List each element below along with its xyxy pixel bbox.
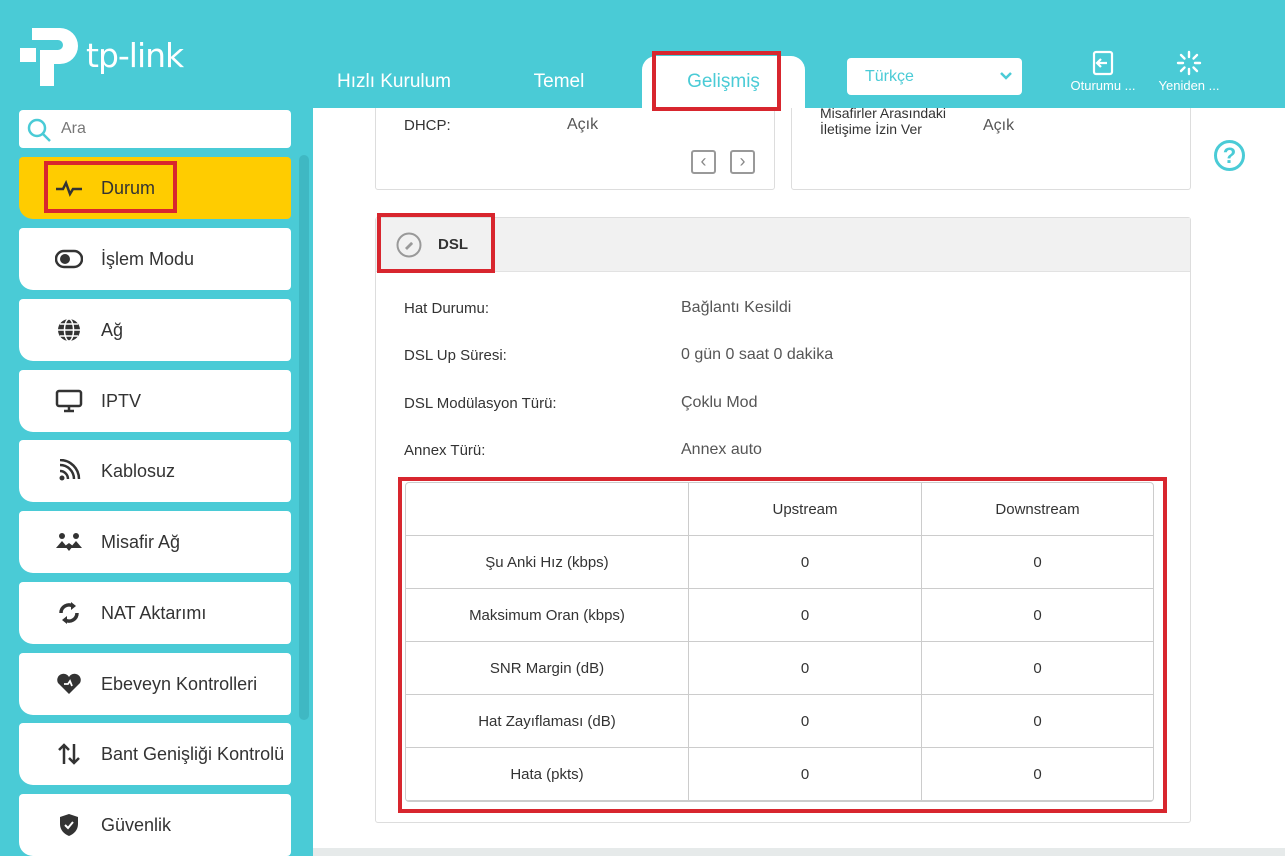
globe-icon bbox=[58, 318, 80, 342]
reboot-label: Yeniden ... bbox=[1158, 78, 1220, 93]
sidebar-item-security[interactable]: Güvenlik bbox=[19, 794, 291, 856]
chevron-down-icon bbox=[1000, 72, 1012, 80]
sidebar-item-network[interactable]: Ağ bbox=[19, 299, 291, 361]
sidebar-item-bandwidth-control[interactable]: Bant Genişliği Kontrolü bbox=[19, 723, 291, 785]
sidebar-item-operation-mode[interactable]: İşlem Modu bbox=[19, 228, 291, 290]
sidebar-item-status[interactable]: Durum bbox=[19, 157, 291, 219]
activity-icon bbox=[56, 179, 82, 197]
table-cell-name: Maksimum Oran (kbps) bbox=[406, 588, 689, 642]
sidebar-item-iptv[interactable]: IPTV bbox=[19, 370, 291, 432]
table-cell-downstream: 0 bbox=[921, 641, 1153, 695]
sidebar-item-parental-controls[interactable]: Ebeveyn Kontrolleri bbox=[19, 653, 291, 715]
table-cell-upstream: 0 bbox=[688, 535, 922, 589]
logout-button[interactable]: Oturumu ... bbox=[1063, 50, 1143, 93]
shield-icon bbox=[60, 814, 78, 836]
sidebar-item-label: Bant Genişliği Kontrolü bbox=[101, 744, 285, 764]
table-cell-downstream: 0 bbox=[921, 694, 1153, 748]
dsl-title: DSL bbox=[438, 236, 468, 253]
sidebar-item-nat-forwarding[interactable]: NAT Aktarımı bbox=[19, 582, 291, 644]
table-cell-upstream: 0 bbox=[688, 641, 922, 695]
language-value: Türkçe bbox=[865, 68, 914, 85]
sidebar-item-label: Ağ bbox=[101, 320, 124, 340]
sidebar-item-label: İşlem Modu bbox=[101, 249, 195, 269]
nat-icon bbox=[59, 602, 79, 624]
dhcp-label: DHCP: bbox=[404, 117, 451, 134]
table-cell-name: Hat Zayıflaması (dB) bbox=[406, 694, 689, 748]
line-status-value: Bağlantı Kesildi bbox=[681, 299, 792, 316]
sidebar-item-guest-network[interactable]: Misafir Ağ bbox=[19, 511, 291, 573]
prev-button[interactable]: ‹ bbox=[691, 150, 716, 174]
table-cell-upstream: 0 bbox=[688, 694, 922, 748]
reboot-button[interactable]: Yeniden ... bbox=[1149, 50, 1229, 93]
table-cell-upstream: 0 bbox=[688, 588, 922, 642]
sidebar-item-label: Ebeveyn Kontrolleri bbox=[101, 674, 258, 694]
guest-comm-label: Misafirler Arasındaki İletişime İzin Ver bbox=[820, 108, 946, 137]
table-cell-downstream: 0 bbox=[921, 747, 1153, 801]
table-cell-upstream: 0 bbox=[688, 747, 922, 801]
table-header: Downstream bbox=[921, 483, 1153, 536]
brand-name: tp-link bbox=[86, 36, 184, 75]
logout-label: Oturumu ... bbox=[1070, 78, 1136, 93]
guest-card: Misafirler Arasındaki İletişime İzin Ver… bbox=[791, 108, 1191, 190]
sidebar-item-label: NAT Aktarımı bbox=[101, 603, 207, 623]
dsl-stats-table: Upstream Downstream Şu Anki Hız (kbps) 0… bbox=[406, 483, 1153, 801]
logout-icon bbox=[1092, 50, 1114, 76]
dsl-stats-table-wrap: Upstream Downstream Şu Anki Hız (kbps) 0… bbox=[405, 482, 1154, 802]
main-content: DHCP: Açık ‹ › Misafirler Arasındaki İle… bbox=[313, 108, 1285, 856]
guest-comm-label-line2: İletişime İzin Ver bbox=[820, 121, 922, 137]
search-input[interactable] bbox=[61, 110, 281, 148]
tab-quick-setup[interactable]: Hızlı Kurulum bbox=[318, 56, 470, 108]
dsl-uptime-value: 0 gün 0 saat 0 dakika bbox=[681, 346, 834, 363]
sidebar-item-label: Misafir Ağ bbox=[101, 532, 181, 552]
table-row: Hat Zayıflaması (dB) 0 0 bbox=[406, 694, 1153, 748]
next-button[interactable]: › bbox=[730, 150, 755, 174]
dhcp-value: Açık bbox=[567, 116, 599, 133]
tab-advanced[interactable]: Gelişmiş bbox=[642, 56, 805, 108]
sidebar-item-label: Kablosuz bbox=[101, 461, 176, 481]
heart-icon bbox=[57, 673, 81, 694]
wifi-icon bbox=[59, 459, 81, 481]
bandwidth-icon bbox=[58, 743, 80, 765]
search-icon bbox=[27, 118, 51, 142]
sidebar-item-wireless[interactable]: Kablosuz bbox=[19, 440, 291, 502]
table-row: SNR Margin (dB) 0 0 bbox=[406, 641, 1153, 695]
sidebar-item-label: Güvenlik bbox=[101, 815, 172, 835]
table-cell-name: SNR Margin (dB) bbox=[406, 641, 689, 695]
table-header: Upstream bbox=[688, 483, 922, 536]
sidebar-item-label: IPTV bbox=[101, 391, 142, 411]
tab-basic[interactable]: Temel bbox=[505, 56, 613, 108]
monitor-icon bbox=[55, 389, 83, 413]
footer-strip bbox=[313, 848, 1285, 856]
modulation-type-value: Çoklu Mod bbox=[681, 394, 758, 411]
language-select[interactable]: Türkçe bbox=[847, 58, 1022, 95]
table-cell-downstream: 0 bbox=[921, 535, 1153, 589]
dsl-uptime-label: DSL Up Süresi: bbox=[404, 347, 507, 364]
reboot-icon bbox=[1176, 50, 1202, 76]
sidebar-item-label: Durum bbox=[101, 178, 156, 198]
annex-type-label: Annex Türü: bbox=[404, 442, 486, 459]
table-row: Maksimum Oran (kbps) 0 0 bbox=[406, 588, 1153, 642]
table-row: Hata (pkts) 0 0 bbox=[406, 747, 1153, 801]
table-header bbox=[406, 483, 689, 536]
guest-comm-value: Açık bbox=[983, 117, 1015, 134]
sidebar-scrollbar[interactable] bbox=[299, 155, 309, 720]
table-cell-downstream: 0 bbox=[921, 588, 1153, 642]
table-row: Şu Anki Hız (kbps) 0 0 bbox=[406, 535, 1153, 589]
table-cell-name: Hata (pkts) bbox=[406, 747, 689, 801]
guest-comm-label-line1: Misafirler Arasındaki bbox=[820, 108, 947, 121]
toggle-icon bbox=[55, 249, 83, 269]
table-header-row: Upstream Downstream bbox=[406, 483, 1153, 536]
guests-icon bbox=[56, 533, 82, 551]
modulation-type-label: DSL Modülasyon Türü: bbox=[404, 395, 557, 412]
help-icon[interactable]: ? bbox=[1214, 140, 1245, 171]
phone-icon bbox=[396, 232, 422, 258]
table-cell-name: Şu Anki Hız (kbps) bbox=[406, 535, 689, 589]
search-box bbox=[19, 110, 291, 148]
dsl-header: DSL bbox=[376, 218, 1190, 272]
annex-type-value: Annex auto bbox=[681, 441, 762, 458]
lan-card: DHCP: Açık ‹ › bbox=[375, 108, 775, 190]
line-status-label: Hat Durumu: bbox=[404, 300, 490, 317]
